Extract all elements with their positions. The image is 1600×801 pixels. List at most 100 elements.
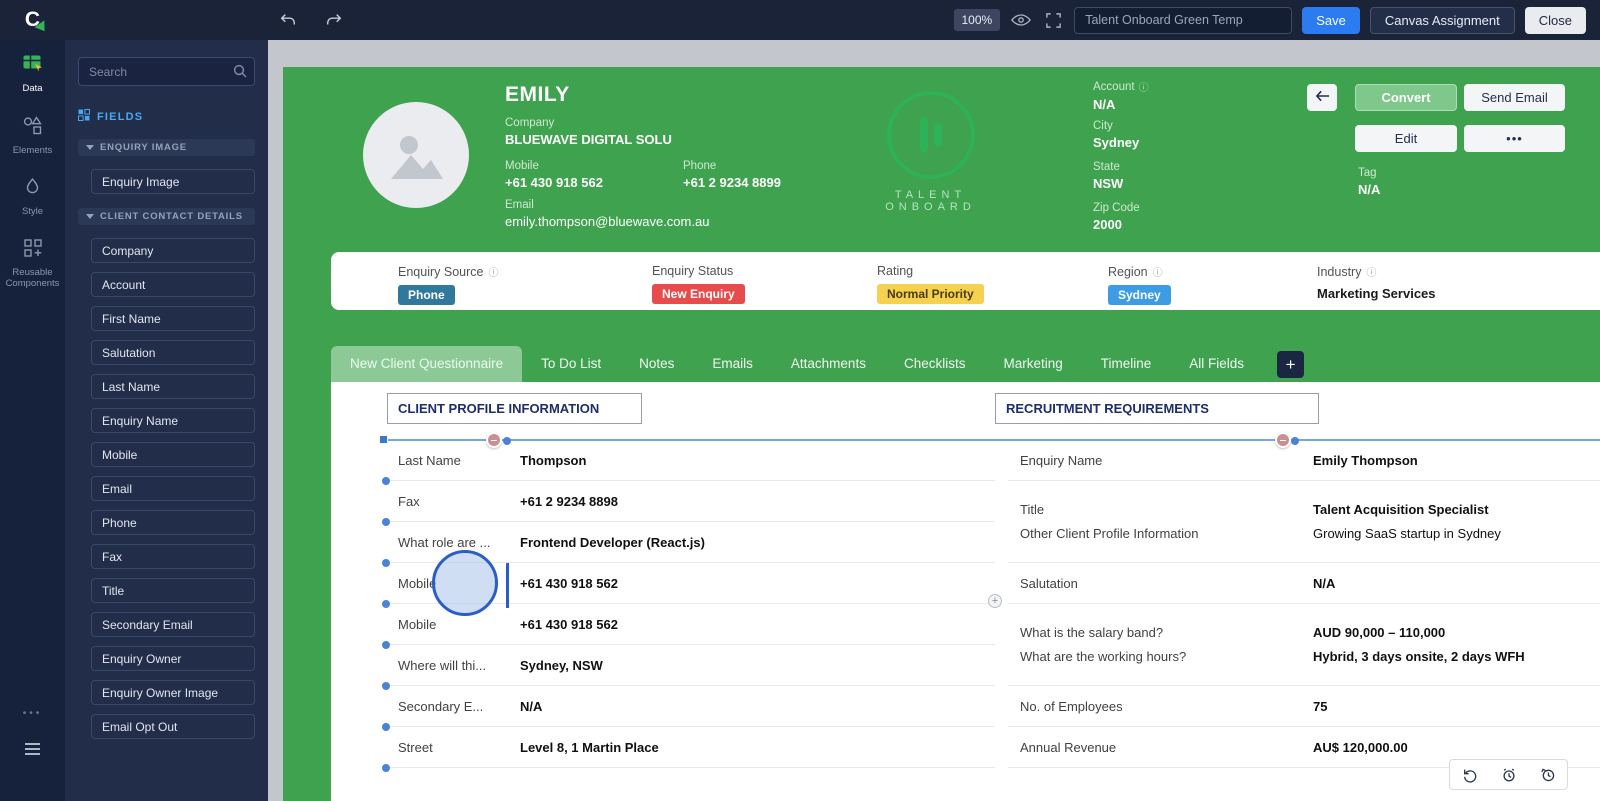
field-item[interactable]: Enquiry Name: [91, 408, 255, 433]
tab-timeline[interactable]: Timeline: [1082, 346, 1171, 382]
remove-block-icon[interactable]: [486, 432, 502, 448]
section-header-client-contact-details[interactable]: CLIENT CONTACT DETAILS: [78, 208, 255, 225]
table-row[interactable]: Salutation N/A: [1008, 563, 1600, 604]
sidebar-item-reusable-components[interactable]: Reusable Components: [3, 238, 63, 290]
status-badge[interactable]: Sydney: [1108, 285, 1171, 305]
status-enquiry-source: Enquiry Source ⓘ Phone: [398, 264, 498, 305]
selection-dot[interactable]: [382, 477, 390, 485]
rotate-left-icon[interactable]: [1457, 762, 1483, 788]
tab-marketing[interactable]: Marketing: [984, 346, 1081, 382]
company-logo: TALENT ONBOARD: [858, 91, 1003, 213]
table-row[interactable]: Fax +61 2 9234 8898: [386, 481, 995, 522]
convert-button[interactable]: Convert: [1355, 84, 1457, 111]
field-item[interactable]: Fax: [91, 544, 255, 569]
selection-dot[interactable]: [503, 437, 511, 445]
tab-to-do-list[interactable]: To Do List: [522, 346, 620, 382]
fullscreen-icon[interactable]: [1042, 9, 1064, 31]
selection-dot[interactable]: [382, 682, 390, 690]
tab-new-client-questionnaire[interactable]: New Client Questionnaire: [331, 346, 523, 382]
table-row[interactable]: Title Talent Acquisition Specialist Other…: [1008, 481, 1600, 563]
drag-cursor-indicator: [432, 550, 498, 616]
selection-dot[interactable]: [382, 723, 390, 731]
field-item[interactable]: Enquiry Owner: [91, 646, 255, 671]
history-toolbar: [1449, 759, 1568, 790]
table-row[interactable]: Secondary E... N/A: [386, 686, 995, 727]
field-item[interactable]: Enquiry Image: [91, 169, 255, 194]
tab-emails[interactable]: Emails: [693, 346, 772, 382]
redo-icon[interactable]: [323, 9, 345, 31]
section-title-client-profile[interactable]: CLIENT PROFILE INFORMATION: [387, 393, 642, 424]
tab-all-fields[interactable]: All Fields: [1170, 346, 1263, 382]
zoom-level[interactable]: 100%: [953, 9, 1001, 31]
tab-notes[interactable]: Notes: [620, 346, 693, 382]
table-row[interactable]: Street Level 8, 1 Martin Place: [386, 727, 995, 768]
selection-dot[interactable]: [382, 518, 390, 526]
table-row[interactable]: Last Name Thompson: [386, 440, 995, 481]
remove-block-icon[interactable]: [1275, 432, 1291, 448]
back-button[interactable]: [1307, 84, 1337, 111]
send-email-button[interactable]: Send Email: [1464, 84, 1565, 111]
selection-dot[interactable]: [382, 559, 390, 567]
field-item[interactable]: Last Name: [91, 374, 255, 399]
field-item[interactable]: Secondary Email: [91, 612, 255, 637]
selection-dot[interactable]: [382, 641, 390, 649]
field-item[interactable]: Phone: [91, 510, 255, 535]
field-item[interactable]: First Name: [91, 306, 255, 331]
preview-eye-icon[interactable]: [1010, 9, 1032, 31]
table-row[interactable]: No. of Employees 75: [1008, 686, 1600, 727]
field-item[interactable]: Email: [91, 476, 255, 501]
sidebar-item-data[interactable]: Data: [3, 54, 63, 95]
save-button[interactable]: Save: [1302, 6, 1360, 34]
fields-panel: FIELDS ENQUIRY IMAGE Enquiry Image CLIEN…: [65, 40, 268, 801]
selection-dot[interactable]: [1291, 437, 1299, 445]
menu-icon[interactable]: [25, 743, 40, 755]
field-item[interactable]: Company: [91, 238, 255, 263]
field-item[interactable]: Title: [91, 578, 255, 603]
tab-checklists[interactable]: Checklists: [885, 346, 985, 382]
tab-attachments[interactable]: Attachments: [772, 346, 885, 382]
search-input[interactable]: [78, 57, 255, 86]
history-icon[interactable]: [1535, 762, 1561, 788]
field-item[interactable]: Email Opt Out: [91, 714, 255, 739]
field-email: Email emily.thompson@bluewave.com.au: [505, 199, 710, 229]
recruitment-table[interactable]: Enquiry Name Emily Thompson Title Talent A…: [1008, 440, 1600, 768]
selection-dot[interactable]: [382, 600, 390, 608]
sidebar-item-style[interactable]: Style: [3, 177, 63, 218]
table-row[interactable]: What is the salary band? AUD 90,000 – 110…: [1008, 604, 1600, 686]
field-item[interactable]: Account: [91, 272, 255, 297]
status-badge[interactable]: Phone: [398, 285, 455, 305]
undo-icon[interactable]: [277, 9, 299, 31]
edit-button[interactable]: Edit: [1355, 125, 1457, 152]
more-actions-button[interactable]: •••: [1464, 125, 1565, 152]
sidebar-more-icon[interactable]: •••: [23, 708, 43, 719]
field-city: City Sydney: [1093, 120, 1140, 150]
canvas-logo[interactable]: C: [0, 0, 65, 40]
field-item[interactable]: Salutation: [91, 340, 255, 365]
avatar[interactable]: [363, 102, 469, 208]
selection-dot[interactable]: [382, 764, 390, 772]
search-icon: [233, 64, 247, 83]
add-tab-button[interactable]: +: [1277, 351, 1305, 378]
template-name-input[interactable]: [1074, 6, 1293, 34]
fields-panel-title: FIELDS: [78, 109, 255, 124]
table-row[interactable]: Where will thi... Sydney, NSW: [386, 645, 995, 686]
section-header-enquiry-image[interactable]: ENQUIRY IMAGE: [78, 139, 255, 156]
add-field-icon[interactable]: +: [988, 594, 1002, 608]
selection-handle[interactable]: [379, 435, 388, 444]
status-strip: Enquiry Source ⓘ Phone Enquiry Status New…: [331, 252, 1600, 310]
status-badge[interactable]: New Enquiry: [652, 284, 745, 304]
alarm-clock-icon[interactable]: [1496, 762, 1522, 788]
close-button[interactable]: Close: [1524, 6, 1586, 34]
topbar: C 100% Save Canvas Assignment Close: [0, 0, 1600, 40]
field-item[interactable]: Enquiry Owner Image: [91, 680, 255, 705]
section-title-recruitment[interactable]: RECRUITMENT REQUIREMENTS: [995, 393, 1319, 424]
field-zip-code: Zip Code 2000: [1093, 202, 1140, 232]
undo-redo-group: [277, 9, 345, 31]
data-icon: [22, 54, 44, 79]
canvas-template[interactable]: EMILY Company BLUEWAVE DIGITAL SOLU Mobi…: [283, 67, 1600, 801]
field-item[interactable]: Mobile: [91, 442, 255, 467]
canvas-assignment-button[interactable]: Canvas Assignment: [1369, 6, 1515, 34]
sidebar-item-elements[interactable]: Elements: [3, 115, 63, 157]
status-badge[interactable]: Normal Priority: [877, 284, 984, 304]
table-row[interactable]: Enquiry Name Emily Thompson: [1008, 440, 1600, 481]
